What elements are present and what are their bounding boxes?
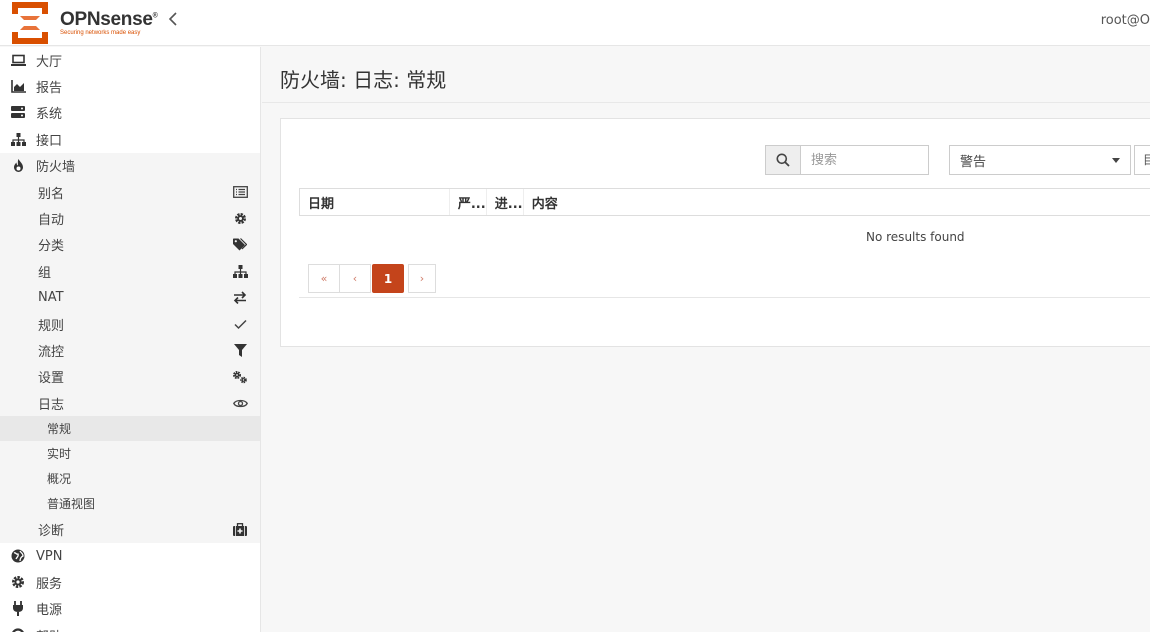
sidebar-item-vpn[interactable]: VPN: [0, 543, 260, 569]
column-content[interactable]: 内容: [524, 189, 1150, 215]
column-select-button[interactable]: 目: [1134, 145, 1150, 175]
sidebar-item-label: 系统: [36, 107, 63, 123]
sidebar-item-label: 流控: [38, 344, 65, 360]
globe-icon: [10, 548, 26, 564]
sidebar-item-label: 日志: [38, 397, 65, 413]
sidebar-item-categories[interactable]: 分类: [0, 232, 260, 258]
sidebar-item-label: 诊断: [38, 524, 65, 540]
search-input[interactable]: [801, 145, 929, 175]
eye-icon: [232, 395, 248, 411]
brand-tagline: Securing networks made easy: [60, 30, 141, 36]
page-1-button[interactable]: 1: [372, 264, 404, 293]
sidebar-item-label: 服务: [36, 576, 63, 592]
sidebar-item-log-overview[interactable]: 概况: [0, 466, 260, 491]
sidebar: 大厅 报告 系统 接口 防火墙 别名 自动 分类 组 NAT 规则 流控 设置 …: [0, 47, 261, 632]
brand-name: OPNsense®: [60, 9, 158, 30]
sidebar-item-power[interactable]: 电源: [0, 596, 260, 622]
list-alt-icon: [232, 184, 248, 200]
first-page-button[interactable]: «: [308, 264, 340, 293]
sidebar-item-label: 分类: [38, 239, 65, 255]
sidebar-item-label: 别名: [38, 186, 65, 202]
severity-dropdown[interactable]: 警告: [949, 145, 1131, 175]
sidebar-item-label: 接口: [36, 133, 63, 149]
sidebar-item-settings[interactable]: 设置: [0, 364, 260, 390]
sidebar-item-label: 报告: [36, 81, 63, 97]
sidebar-item-label: 设置: [38, 371, 65, 387]
divider: [262, 102, 1150, 103]
sidebar-item-label: 规则: [38, 318, 65, 334]
medkit-icon: [232, 522, 248, 538]
sidebar-item-log-live[interactable]: 实时: [0, 441, 260, 466]
column-severity[interactable]: 严...: [450, 189, 487, 215]
sidebar-item-log-general[interactable]: 常规: [0, 416, 260, 442]
sitemap-icon: [232, 263, 248, 279]
sidebar-item-system[interactable]: 系统: [0, 100, 260, 126]
support-icon: [10, 627, 26, 632]
sidebar-item-reporting[interactable]: 报告: [0, 73, 260, 99]
sidebar-item-shaper[interactable]: 流控: [0, 337, 260, 363]
sidebar-item-log-plain[interactable]: 普通视图: [0, 491, 260, 516]
divider: [299, 297, 1150, 298]
top-bar: OPNsense® Securing networks made easy ro…: [0, 0, 1150, 46]
sidebar-item-automation[interactable]: 自动: [0, 205, 260, 231]
server-icon: [10, 105, 26, 121]
sitemap-icon: [10, 131, 26, 147]
severity-selected: 警告: [960, 154, 987, 170]
empty-message: No results found: [866, 230, 965, 244]
laptop-icon: [10, 52, 26, 68]
page-title: 防火墙: 日志: 常规: [280, 68, 447, 92]
user-menu[interactable]: root@O: [1101, 13, 1150, 28]
sidebar-item-label: NAT: [38, 290, 64, 306]
opnsense-logo[interactable]: [8, 2, 52, 44]
area-chart-icon: [10, 79, 26, 95]
sidebar-item-lobby[interactable]: 大厅: [0, 47, 260, 73]
sidebar-item-firewall[interactable]: 防火墙: [0, 152, 260, 179]
sidebar-item-label: 防火墙: [36, 160, 76, 176]
check-icon: [232, 316, 248, 332]
sidebar-item-diagnostics[interactable]: 诊断: [0, 516, 260, 542]
tags-icon: [232, 237, 248, 253]
search-group: [765, 145, 929, 175]
next-page-button[interactable]: ›: [408, 264, 436, 293]
gear-icon: [10, 574, 26, 590]
sidebar-item-label: 组: [38, 265, 52, 281]
sidebar-item-label: VPN: [36, 548, 63, 564]
prev-page-button[interactable]: ‹: [339, 264, 371, 293]
pagination: « ‹ 1 ›: [308, 264, 436, 293]
sidebar-item-label: 帮助: [36, 626, 62, 632]
sidebar-item-label: 电源: [36, 603, 63, 619]
column-date[interactable]: 日期: [300, 189, 450, 215]
sidebar-item-services[interactable]: 服务: [0, 569, 260, 595]
sidebar-item-aliases[interactable]: 别名: [0, 179, 260, 205]
table-header: 日期 严... 进... 内容: [299, 188, 1150, 216]
chevron-down-icon: [1112, 157, 1120, 163]
fire-icon: [10, 158, 26, 174]
sidebar-item-label: 自动: [38, 213, 65, 229]
collapse-sidebar-icon[interactable]: [167, 10, 179, 31]
sidebar-item-label: 大厅: [36, 54, 63, 70]
gears-icon: [232, 369, 248, 385]
sidebar-item-groups[interactable]: 组: [0, 258, 260, 284]
sidebar-item-interfaces[interactable]: 接口: [0, 126, 260, 152]
gear-icon: [232, 211, 248, 227]
sidebar-item-rules[interactable]: 规则: [0, 311, 260, 337]
column-process[interactable]: 进...: [487, 189, 524, 215]
sidebar-item-nat[interactable]: NAT: [0, 285, 260, 311]
plug-icon: [10, 601, 26, 617]
sidebar-item-help[interactable]: 帮助: [0, 622, 260, 632]
firewall-submenu: 别名 自动 分类 组 NAT 规则 流控 设置 日志 常规 实时 概况 普通视图…: [0, 178, 260, 543]
search-icon[interactable]: [765, 145, 801, 175]
sidebar-item-log-files[interactable]: 日志: [0, 390, 260, 416]
filter-icon: [232, 342, 248, 358]
exchange-icon: [232, 290, 248, 306]
